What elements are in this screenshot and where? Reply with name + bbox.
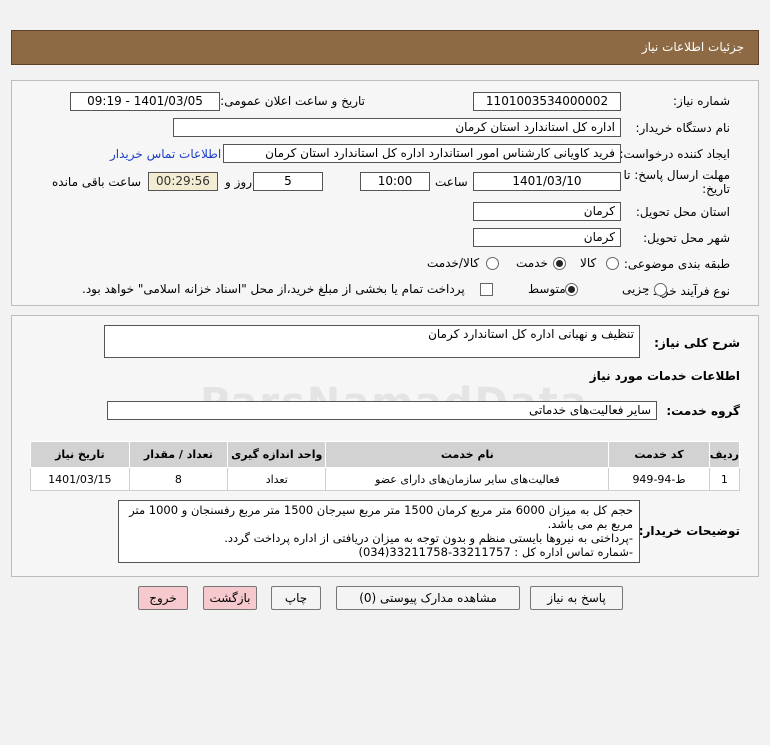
cell-unit: تعداد <box>227 467 327 491</box>
exit-button[interactable]: خروج <box>138 586 188 610</box>
summary-field: تنظیف و نهبانی اداره کل استاندارد کرمان <box>104 325 640 358</box>
cell-service-code: ط-94-949 <box>608 467 710 491</box>
category-option-goods-service: کالا/خدمت <box>427 256 480 270</box>
attachments-button[interactable]: مشاهده مدارک پیوستی (0) <box>336 586 520 610</box>
table-row: 1 ط-94-949 فعالیت‌های سایر سازمان‌های دا… <box>30 467 741 491</box>
need-number-field: 1101003534000002 <box>473 92 621 111</box>
table-header-row: ردیف کد خدمت نام خدمت واحد اندازه گیری ت… <box>30 441 741 468</box>
creator-label: ایجاد کننده درخواست: <box>619 147 730 161</box>
col-need-date: تاریخ نیاز <box>30 441 130 468</box>
deadline-time-field: 10:00 <box>360 172 430 191</box>
remaining-time-field: 00:29:56 <box>148 172 218 191</box>
col-unit: واحد اندازه گیری <box>227 441 327 468</box>
province-field: کرمان <box>473 202 621 221</box>
service-group-label: گروه خدمت: <box>666 404 740 418</box>
print-button[interactable]: چاپ <box>271 586 321 610</box>
page-title-bar: جزئیات اطلاعات نیاز <box>11 30 759 65</box>
city-label: شهر محل تحویل: <box>643 231 730 245</box>
category-radio-service[interactable] <box>553 257 566 270</box>
remaining-time-label: ساعت باقی مانده <box>52 175 142 189</box>
announce-datetime-label: تاریخ و ساعت اعلان عمومی: <box>220 94 365 108</box>
need-info-panel <box>11 80 759 306</box>
summary-label: شرح کلی نیاز: <box>654 336 740 350</box>
buyer-org-label: نام دستگاه خریدار: <box>635 121 731 135</box>
category-option-goods: کالا <box>580 256 597 270</box>
category-radio-goods[interactable] <box>606 257 619 270</box>
days-field: 5 <box>253 172 323 191</box>
cell-row-number: 1 <box>708 467 741 491</box>
service-group-field: سایر فعالیت‌های خدماتی <box>107 401 657 420</box>
deadline-time-label: ساعت <box>435 175 468 189</box>
days-label: روز و <box>225 175 252 189</box>
treasury-payment-note: پرداخت تمام یا بخشی از مبلغ خرید،از محل … <box>82 282 465 296</box>
col-row-number: ردیف <box>708 441 741 468</box>
col-quantity: تعداد / مقدار <box>128 441 229 468</box>
province-label: استان محل تحویل: <box>635 205 730 219</box>
buyer-notes-line: -پرداختی به نیروها بایستی منظم و بدون تو… <box>224 531 633 545</box>
buyer-notes-label: توضیحات خریدار: <box>638 524 740 538</box>
buyer-notes-field: حجم کل به میزان 6000 متر مربع کرمان 1500… <box>118 500 640 563</box>
reply-button[interactable]: پاسخ به نیاز <box>530 586 623 610</box>
cell-service-name: فعالیت‌های سایر سازمان‌های دارای عضو <box>325 467 610 491</box>
col-service-code: کد خدمت <box>608 441 710 468</box>
cell-quantity: 8 <box>128 467 229 491</box>
cell-need-date: 1401/03/15 <box>30 467 130 491</box>
category-label: طبقه بندی موضوعی: <box>623 257 730 271</box>
category-option-service: خدمت <box>516 256 548 270</box>
col-service-name: نام خدمت <box>325 441 610 468</box>
treasury-payment-checkbox[interactable] <box>480 283 493 296</box>
deadline-date-label: تاریخ: <box>702 182 730 196</box>
buyer-notes-line: -شماره تماس اداره کل : 33211757-33211758… <box>358 545 633 559</box>
process-option-medium: متوسط <box>528 282 566 296</box>
buyer-notes-line: مربع بم می باشد. <box>547 517 633 531</box>
need-number-label: شماره نیاز: <box>673 94 730 108</box>
process-radio-minor[interactable] <box>654 283 667 296</box>
buyer-notes-line: حجم کل به میزان 6000 متر مربع کرمان 1500… <box>129 503 633 517</box>
city-field: کرمان <box>473 228 621 247</box>
announce-datetime-field: 1401/03/05 - 09:19 <box>70 92 220 111</box>
buyer-org-field: اداره کل استاندارد استان کرمان <box>173 118 621 137</box>
back-button[interactable]: بازگشت <box>203 586 257 610</box>
process-radio-medium[interactable] <box>565 283 578 296</box>
buyer-contact-link[interactable]: اطلاعات تماس خریدار <box>110 147 221 161</box>
creator-field: فرید کاویانی کارشناس امور استاندارد ادار… <box>223 144 621 163</box>
page-title: جزئیات اطلاعات نیاز <box>641 40 744 54</box>
services-heading: اطلاعات خدمات مورد نیاز <box>589 369 740 383</box>
process-option-minor: جزیی <box>622 282 650 296</box>
deadline-label: مهلت ارسال پاسخ: تا <box>623 168 730 182</box>
category-radio-goods-service[interactable] <box>486 257 499 270</box>
services-table: ردیف کد خدمت نام خدمت واحد اندازه گیری ت… <box>30 441 741 491</box>
deadline-date-field: 1401/03/10 <box>473 172 621 191</box>
